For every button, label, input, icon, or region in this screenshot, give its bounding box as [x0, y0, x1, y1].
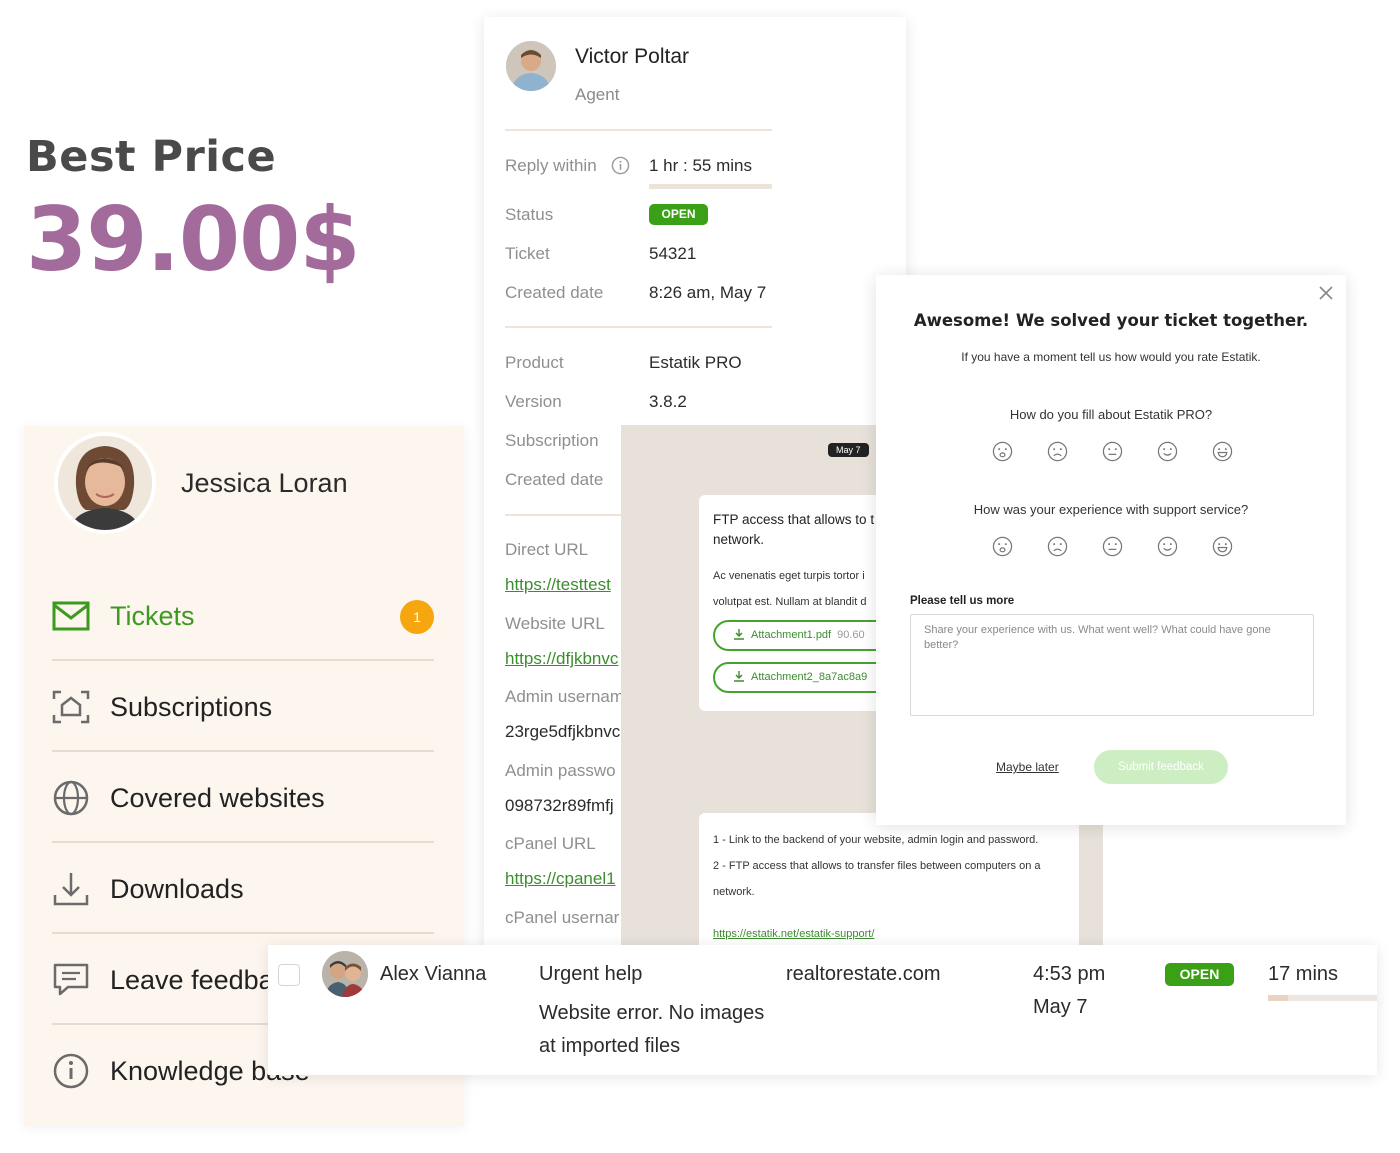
sidebar-item-label: Tickets — [110, 601, 195, 631]
attachment-name: Attachment2_8a7ac8a9 — [751, 671, 868, 683]
neutral-face-icon[interactable] — [1102, 536, 1123, 557]
message-text: 1 - Link to the backend of your website,… — [713, 827, 1073, 905]
divider — [505, 129, 772, 131]
table-row[interactable]: Alex Vianna Urgent help Website error. N… — [268, 945, 1377, 1075]
maybe-later-link[interactable]: Maybe later — [996, 760, 1059, 774]
sidebar-item-label: Downloads — [110, 874, 244, 904]
sidebar-item-downloads[interactable]: Downloads — [52, 843, 434, 934]
avatar — [54, 432, 156, 534]
elapsed-progress-bar — [1268, 995, 1377, 1001]
support-link[interactable]: https://estatik.net/estatik-support/ — [713, 928, 874, 940]
neutral-face-icon[interactable] — [1102, 441, 1123, 462]
row-checkbox[interactable] — [278, 964, 300, 986]
admin-username-label: Admin usernam — [505, 687, 625, 706]
avatar — [322, 951, 368, 997]
very-unhappy-face-icon[interactable] — [992, 441, 1013, 462]
reply-within-label: Reply within — [505, 156, 597, 175]
close-icon[interactable] — [1318, 285, 1334, 301]
rating-question-support: How was your experience with support ser… — [973, 502, 1249, 517]
globe-icon — [53, 780, 89, 816]
sidebar-item-covered-websites[interactable]: Covered websites — [52, 752, 434, 843]
very-happy-face-icon[interactable] — [1212, 536, 1233, 557]
ticket-number: 54321 — [649, 244, 697, 263]
feedback-textarea[interactable]: Share your experience with us. What went… — [910, 614, 1314, 716]
admin-password-value: 098732r89fmfj — [505, 796, 614, 815]
tell-more-label: Please tell us more — [910, 595, 1015, 607]
product-value: Estatik PRO — [649, 353, 742, 372]
product-label: Product — [505, 353, 564, 372]
best-price-label: Best Price — [26, 132, 277, 182]
scan-home-icon — [52, 690, 90, 724]
mail-icon — [52, 601, 90, 631]
rating-faces-support — [990, 536, 1240, 558]
sidebar-item-label: Covered websites — [110, 783, 325, 813]
admin-password-label: Admin passwo — [505, 761, 616, 780]
created-date-label: Created date — [505, 283, 604, 302]
submit-feedback-button[interactable]: Submit feedback — [1094, 750, 1228, 784]
attachment-size: 90.60 — [837, 629, 865, 641]
message-text-line: 2 - FTP access that allows to transfer f… — [713, 860, 1041, 898]
price-value: 39.00$ — [26, 188, 361, 291]
chat-message: 1 - Link to the backend of your website,… — [699, 813, 1079, 950]
status-badge: OPEN — [649, 204, 708, 225]
website-url-label: Website URL — [505, 614, 605, 633]
modal-subtitle: If you have a moment tell us how would y… — [961, 350, 1261, 364]
created-date-value: 8:26 am, May 7 — [649, 283, 767, 302]
requester-name: Alex Vianna — [380, 963, 487, 985]
sidebar-item-subscriptions[interactable]: Subscriptions — [52, 661, 434, 752]
ticket-subject[interactable]: Urgent help — [539, 963, 642, 986]
version-value: 3.8.2 — [649, 392, 687, 411]
reply-progress-bar — [649, 184, 772, 189]
modal-title: Awesome! We solved your ticket together. — [913, 311, 1309, 330]
created-date-label-2: Created date — [505, 470, 604, 489]
agent-role: Agent — [575, 85, 620, 104]
version-label: Version — [505, 392, 562, 411]
ticket-date: May 7 — [1033, 996, 1088, 1018]
user-name: Jessica Loran — [181, 468, 348, 498]
chat-bubble-icon — [53, 963, 89, 996]
happy-face-icon[interactable] — [1157, 441, 1178, 462]
agent-name: Victor Poltar — [575, 45, 689, 68]
unhappy-face-icon[interactable] — [1047, 441, 1068, 462]
cpanel-url-label: cPanel URL — [505, 834, 596, 853]
ticket-description-line: at imported files — [539, 1035, 681, 1057]
ticket-label: Ticket — [505, 244, 550, 263]
cpanel-username-label: cPanel usernar — [505, 908, 620, 927]
direct-url-label: Direct URL — [505, 540, 589, 559]
status-badge: OPEN — [1165, 963, 1234, 986]
admin-username-value: 23rge5dfjkbnvc — [505, 722, 621, 741]
sidebar-item-label: Leave feedba — [110, 965, 274, 995]
rating-faces-product — [990, 441, 1240, 463]
divider — [505, 326, 772, 328]
very-unhappy-face-icon[interactable] — [992, 536, 1013, 557]
sidebar-item-label: Subscriptions — [110, 692, 273, 722]
tickets-count-badge: 1 — [400, 600, 434, 634]
elapsed-time: 17 mins — [1268, 963, 1339, 985]
message-text-line: 1 - Link to the backend of your website,… — [713, 834, 1039, 846]
happy-face-icon[interactable] — [1157, 536, 1178, 557]
ticket-time: 4:53 pm — [1033, 963, 1106, 985]
date-chip: May 7 — [828, 443, 869, 457]
subscription-label: Subscription — [505, 431, 599, 450]
direct-url-link[interactable]: https://testtest — [505, 575, 611, 595]
ticket-description-line: Website error. No images — [539, 1002, 765, 1024]
download-icon — [734, 629, 744, 640]
feedback-modal: Awesome! We solved your ticket together.… — [876, 275, 1346, 825]
cpanel-url-link[interactable]: https://cpanel1 — [505, 869, 616, 889]
download-icon — [53, 873, 89, 906]
unhappy-face-icon[interactable] — [1047, 536, 1068, 557]
status-label: Status — [505, 205, 554, 224]
website-url-link[interactable]: https://dfjkbnvc — [505, 649, 618, 669]
rating-question-product: How do you fill about Estatik PRO? — [1009, 407, 1213, 422]
reply-within-value: 1 hr : 55 mins — [649, 156, 752, 175]
download-icon — [734, 671, 744, 682]
info-icon — [53, 1053, 89, 1089]
agent-avatar — [506, 41, 556, 91]
info-icon[interactable] — [611, 156, 630, 175]
attachment-name: Attachment1.pdf — [751, 629, 832, 641]
ticket-website: realtorestate.com — [786, 963, 941, 985]
very-happy-face-icon[interactable] — [1212, 441, 1233, 462]
sidebar-item-tickets[interactable]: Tickets 1 — [52, 570, 434, 661]
